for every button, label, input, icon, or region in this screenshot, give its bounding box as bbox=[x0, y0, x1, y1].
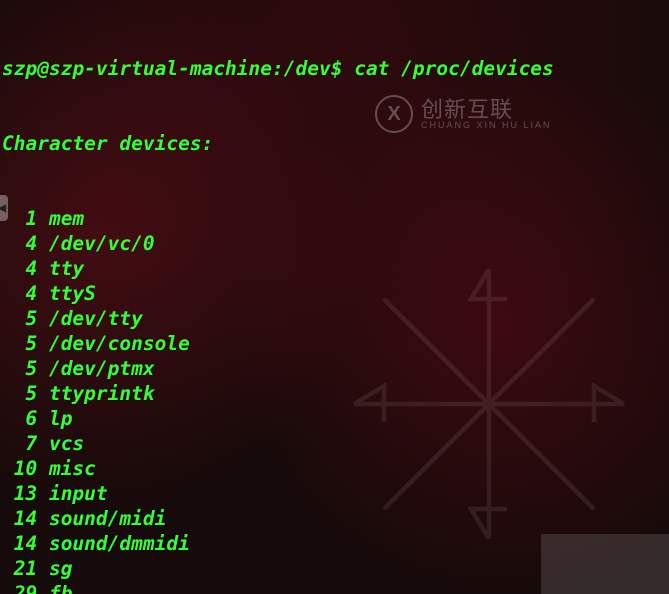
left-edge-handle-icon[interactable]: ◀ bbox=[0, 195, 8, 221]
device-list: 1 mem4 /dev/vc/04 tty4 ttyS5 /dev/tty5 /… bbox=[2, 206, 667, 594]
device-major: 5 bbox=[2, 331, 37, 356]
device-name: sg bbox=[49, 556, 72, 581]
device-name: /dev/ptmx bbox=[49, 356, 155, 381]
device-name: ttyprintk bbox=[49, 381, 155, 406]
spacer bbox=[37, 556, 49, 581]
device-major: 7 bbox=[2, 431, 37, 456]
spacer bbox=[37, 206, 49, 231]
device-major: 4 bbox=[2, 281, 37, 306]
spacer bbox=[37, 581, 49, 594]
device-major: 6 bbox=[2, 406, 37, 431]
device-major: 5 bbox=[2, 306, 37, 331]
device-row: 4 tty bbox=[2, 256, 667, 281]
spacer bbox=[37, 356, 49, 381]
spacer bbox=[37, 281, 49, 306]
device-row: 6 lp bbox=[2, 406, 667, 431]
device-name: sound/dmmidi bbox=[49, 531, 190, 556]
device-row: 21 sg bbox=[2, 556, 667, 581]
device-major: 14 bbox=[2, 506, 37, 531]
spacer bbox=[37, 406, 49, 431]
device-name: /dev/console bbox=[49, 331, 190, 356]
device-major: 21 bbox=[2, 556, 37, 581]
device-name: ttyS bbox=[49, 281, 96, 306]
spacer bbox=[37, 256, 49, 281]
spacer bbox=[37, 456, 49, 481]
device-row: 5 ttyprintk bbox=[2, 381, 667, 406]
device-major: 10 bbox=[2, 456, 37, 481]
device-name: misc bbox=[49, 456, 96, 481]
device-row: 5 /dev/ptmx bbox=[2, 356, 667, 381]
device-major: 13 bbox=[2, 481, 37, 506]
device-row: 14 sound/dmmidi bbox=[2, 531, 667, 556]
spacer bbox=[37, 381, 49, 406]
device-row: 4 /dev/vc/0 bbox=[2, 231, 667, 256]
device-row: 5 /dev/tty bbox=[2, 306, 667, 331]
spacer bbox=[37, 506, 49, 531]
device-row: 14 sound/midi bbox=[2, 506, 667, 531]
spacer bbox=[37, 481, 49, 506]
device-major: 5 bbox=[2, 381, 37, 406]
spacer bbox=[37, 306, 49, 331]
device-name: tty bbox=[49, 256, 84, 281]
shell-command: cat /proc/devices bbox=[354, 56, 554, 81]
section-header: Character devices: bbox=[2, 131, 667, 156]
device-row: 10 misc bbox=[2, 456, 667, 481]
device-row: 1 mem bbox=[2, 206, 667, 231]
device-row: 7 vcs bbox=[2, 431, 667, 456]
terminal-output[interactable]: szp@szp-virtual-machine:/dev$ cat /proc/… bbox=[0, 0, 669, 594]
device-major: 5 bbox=[2, 356, 37, 381]
device-name: vcs bbox=[49, 431, 84, 456]
prompt-line: szp@szp-virtual-machine:/dev$ cat /proc/… bbox=[2, 56, 667, 81]
device-row: 13 input bbox=[2, 481, 667, 506]
spacer bbox=[37, 431, 49, 456]
shell-prompt: szp@szp-virtual-machine:/dev$ bbox=[2, 56, 354, 81]
device-name: lp bbox=[49, 406, 72, 431]
device-name: input bbox=[49, 481, 108, 506]
spacer bbox=[37, 531, 49, 556]
device-name: sound/midi bbox=[49, 506, 166, 531]
device-major: 4 bbox=[2, 256, 37, 281]
spacer bbox=[37, 331, 49, 356]
device-name: /dev/vc/0 bbox=[49, 231, 155, 256]
device-name: /dev/tty bbox=[49, 306, 143, 331]
device-name: mem bbox=[49, 206, 84, 231]
device-row: 4 ttyS bbox=[2, 281, 667, 306]
device-row: 5 /dev/console bbox=[2, 331, 667, 356]
spacer bbox=[37, 231, 49, 256]
device-row: 29 fb bbox=[2, 581, 667, 594]
device-major: 29 bbox=[2, 581, 37, 594]
device-major: 14 bbox=[2, 531, 37, 556]
device-name: fb bbox=[49, 581, 72, 594]
device-major: 4 bbox=[2, 231, 37, 256]
